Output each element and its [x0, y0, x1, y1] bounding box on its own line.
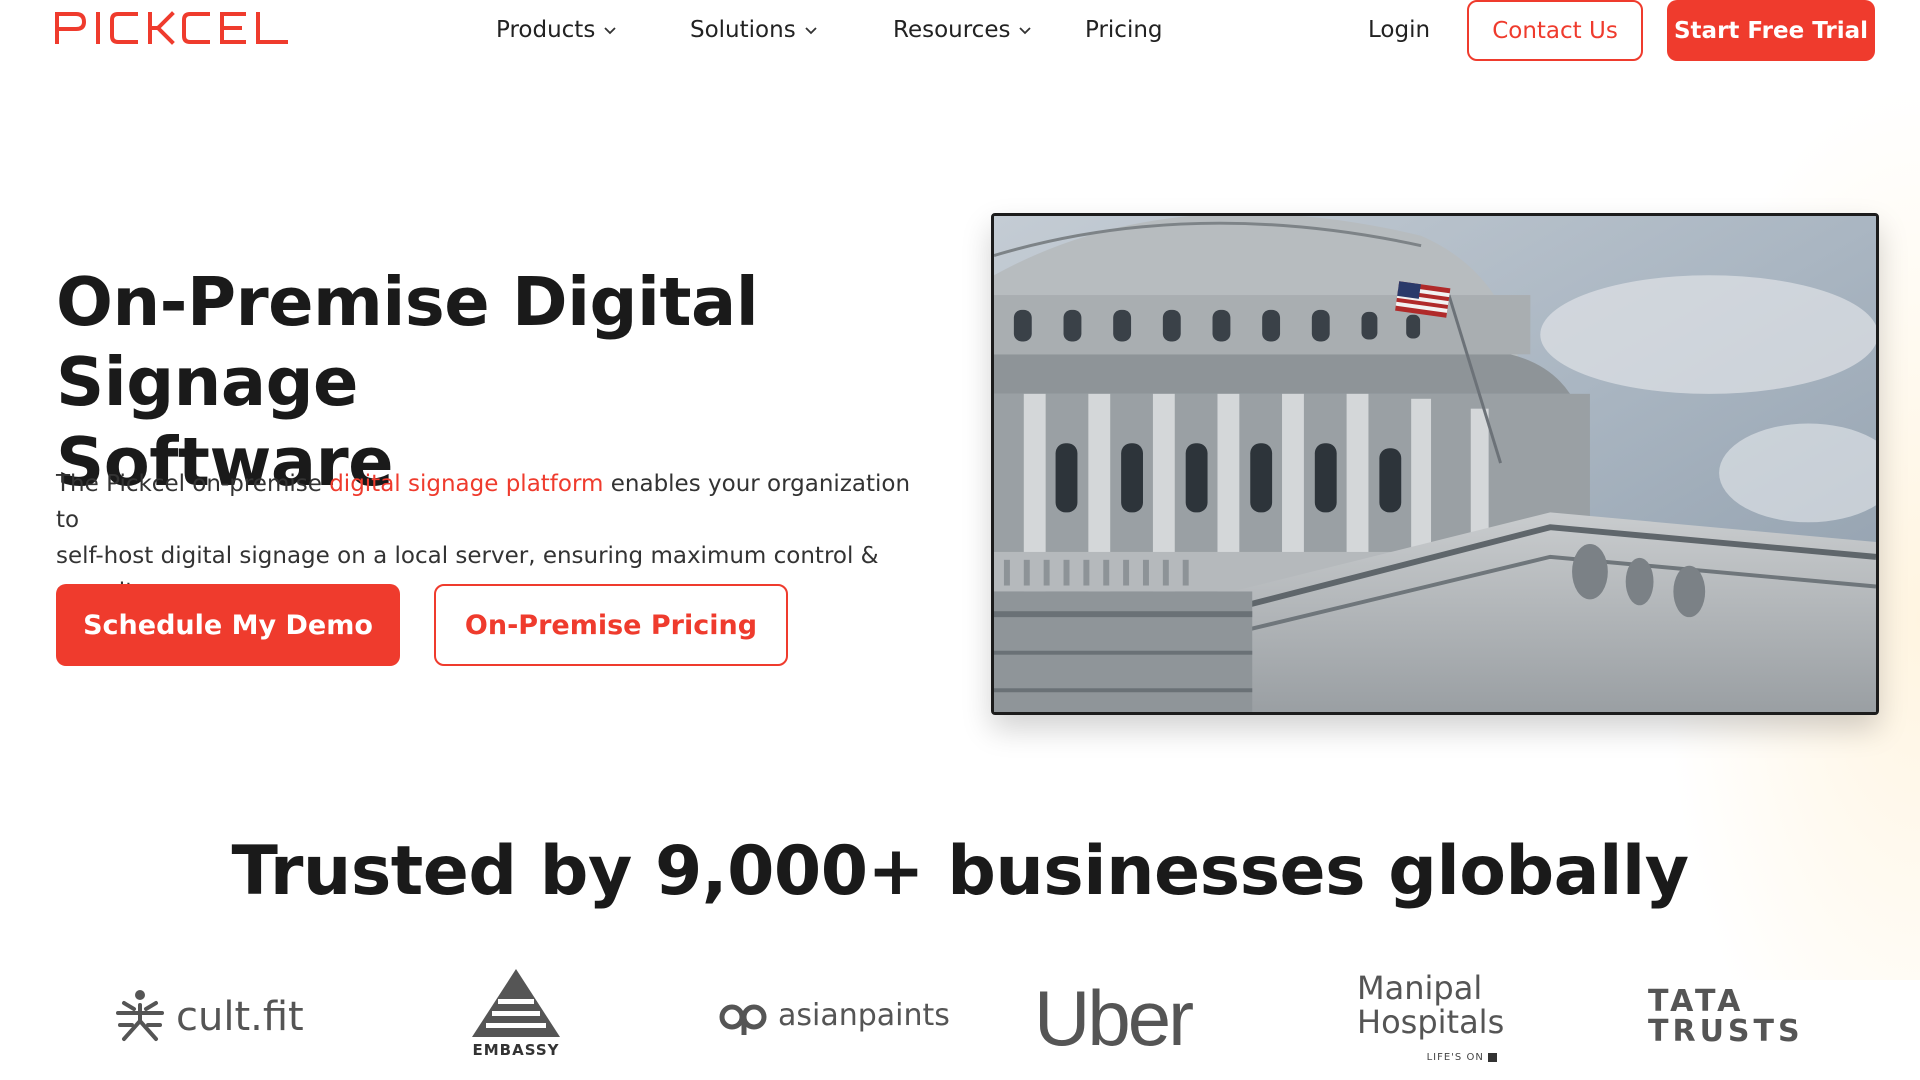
nav-products-label: Products	[496, 17, 596, 43]
embassy-triangle-icon	[472, 969, 560, 1037]
manipal-logo-line-2: Hospitals	[1357, 1003, 1505, 1041]
cultfit-logo: cult.fit	[114, 981, 304, 1053]
hero-image	[991, 213, 1879, 715]
capitol-building-photo-icon	[994, 216, 1876, 712]
pickcel-wordmark-icon	[55, 11, 288, 45]
nav-solutions-label: Solutions	[690, 17, 796, 43]
digital-signage-platform-link[interactable]: digital signage platform	[329, 471, 603, 497]
tata-trusts-logo: TATA TRUSTS	[1648, 987, 1804, 1047]
embassy-logo-text: EMBASSY	[472, 1041, 560, 1059]
nav-pricing[interactable]: Pricing	[1085, 14, 1163, 46]
manipal-tagline-text: LIFE'S ON	[1426, 1052, 1484, 1063]
hero-description-start: The Pickcel on-premise	[56, 471, 330, 497]
chevron-down-icon	[804, 23, 818, 37]
square-icon	[1488, 1052, 1497, 1062]
nav-resources[interactable]: Resources	[893, 14, 1032, 46]
asianpaints-mark-icon	[719, 1004, 767, 1035]
nav-solutions[interactable]: Solutions	[690, 14, 818, 46]
chevron-down-icon	[603, 23, 617, 37]
nav-pricing-label: Pricing	[1085, 17, 1163, 43]
login-link[interactable]: Login	[1368, 14, 1430, 46]
start-free-trial-button[interactable]: Start Free Trial	[1667, 0, 1875, 61]
tata-logo-line-1: TATA	[1648, 984, 1745, 1019]
page-title-line-1: On-Premise Digital Signage	[56, 263, 759, 421]
on-premise-pricing-button[interactable]: On-Premise Pricing	[434, 584, 788, 666]
cultfit-mark-icon	[116, 990, 164, 1041]
manipal-hospitals-logo: Manipal Hospitals LIFE'S ON	[1357, 969, 1505, 1075]
site-header: Products Solutions Resources Pricing Log…	[0, 0, 1920, 62]
contact-us-button[interactable]: Contact Us	[1467, 0, 1643, 61]
manipal-tagline: LIFE'S ON	[1357, 1041, 1497, 1075]
nav-resources-label: Resources	[893, 17, 1011, 43]
trusted-heading: Trusted by 9,000+ businesses globally	[231, 832, 1689, 911]
asianpaints-logo-text: asianpaints	[778, 997, 950, 1033]
tata-logo-line-2: TRUSTS	[1648, 1014, 1804, 1049]
cultfit-logo-text: cult.fit	[176, 994, 304, 1040]
schedule-demo-button[interactable]: Schedule My Demo	[56, 584, 400, 666]
pickcel-logo[interactable]	[54, 8, 290, 48]
chevron-down-icon	[1018, 23, 1032, 37]
uber-logo: Uber	[1034, 974, 1194, 1062]
manipal-logo-line-1: Manipal	[1357, 969, 1483, 1007]
nav-products[interactable]: Products	[496, 14, 617, 46]
asianpaints-logo: asianpaints	[716, 995, 950, 1035]
client-logos: cult.fit EMBASSY asianpaints Uber Manipa…	[0, 965, 1920, 1075]
embassy-logo: EMBASSY	[468, 965, 564, 1059]
